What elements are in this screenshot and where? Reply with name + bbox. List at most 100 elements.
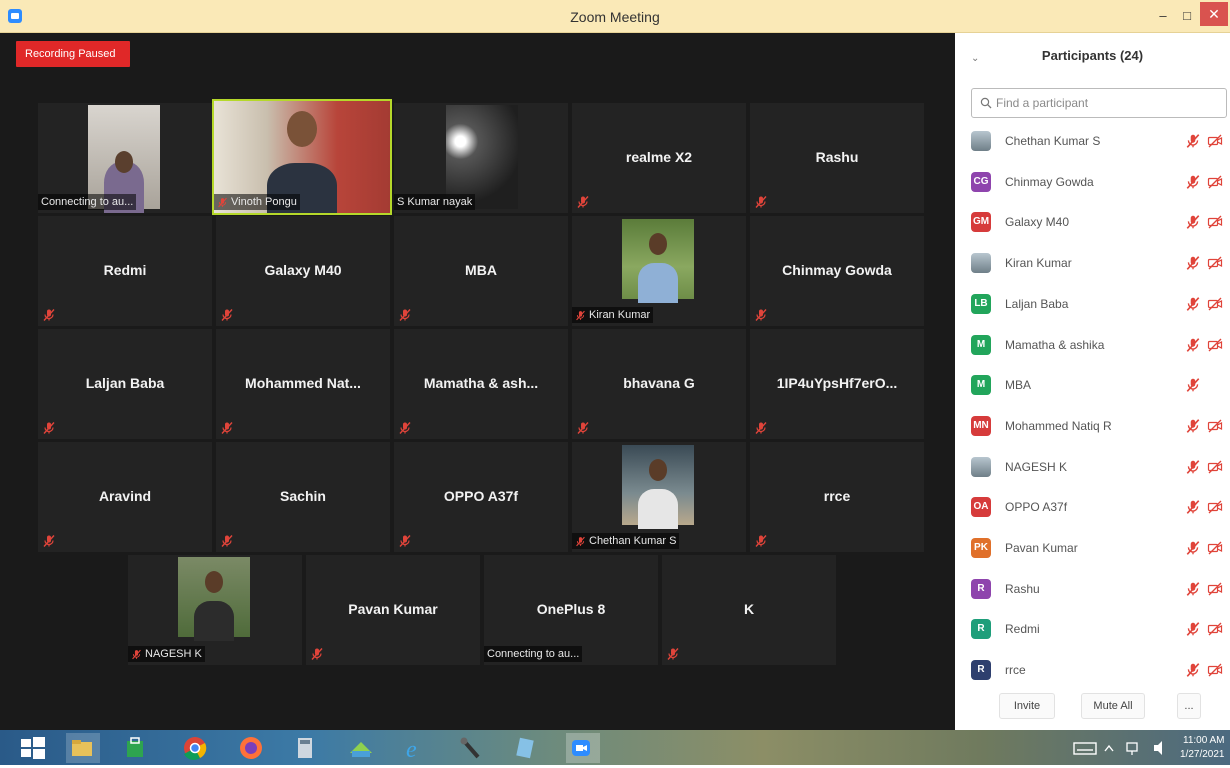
muted-mic-indicator [576,421,590,435]
participant-row[interactable]: CG Chinmay Gowda [971,167,1227,197]
participant-name: Kiran Kumar [1005,256,1072,271]
chrome-icon[interactable] [180,733,214,763]
participant-video-tile[interactable]: OnePlus 8 Connecting to au... [484,555,658,665]
video-off-icon [1207,134,1223,148]
network-icon[interactable] [1124,733,1146,763]
participant-video-tile[interactable]: Aravind [38,442,212,552]
participant-row[interactable]: GM Galaxy M40 [971,207,1227,237]
participant-video-tile[interactable]: bhavana G [572,329,746,439]
store-icon[interactable] [120,733,154,763]
calculator-icon[interactable] [290,733,324,763]
participants-title: Participants (24) [1041,48,1144,63]
muted-mic-icon [221,309,233,321]
participant-row[interactable]: R Rashu [971,574,1227,604]
participant-video-tile[interactable]: Mamatha & ash... [394,329,568,439]
show-hidden-icons-icon[interactable] [1102,733,1116,763]
participant-video-tile[interactable]: Redmi [38,216,212,326]
participant-avatar: M [971,375,991,396]
participant-video-tile[interactable]: Sachin [216,442,390,552]
participant-display-name: 1IP4uYpsHf7erO... [776,375,898,391]
muted-mic-icon [1186,337,1200,352]
windows-taskbar: e 11:00 AM 1/27/2021 [0,730,1230,765]
participant-row[interactable]: Kiran Kumar [971,248,1227,278]
muted-mic-indicator [666,647,680,661]
internet-explorer-icon[interactable]: e [400,733,434,763]
participant-row[interactable]: PK Pavan Kumar [971,533,1227,563]
minimize-button[interactable]: – [1152,6,1174,26]
participant-video-tile[interactable]: MBA [394,216,568,326]
more-options-button[interactable]: ... [1177,693,1201,719]
participant-video-tile[interactable]: 1IP4uYpsHf7erO... [750,329,924,439]
clock-time[interactable]: 11:00 AM [1183,735,1225,746]
participant-video-tile[interactable]: Rashu [750,103,924,213]
participant-video-tile[interactable]: Laljan Baba [38,329,212,439]
participant-avatar: CG [971,171,991,192]
invite-button[interactable]: Invite [999,693,1055,719]
participant-row[interactable]: LB Laljan Baba [971,289,1227,319]
participant-search-input[interactable] [996,96,1216,110]
participant-status-icons [1185,377,1223,393]
participant-label-text: Kiran Kumar [589,309,651,321]
microphone-app-icon[interactable] [456,733,490,763]
maximize-button[interactable]: □ [1176,6,1198,26]
windows-start-icon[interactable] [18,733,52,763]
participant-avatar: M [971,334,991,355]
volume-icon[interactable] [1150,733,1172,763]
participant-row[interactable]: OA OPPO A37f [971,492,1227,522]
muted-mic-icon [221,422,233,434]
photos-icon[interactable] [346,733,380,763]
video-off-icon [1207,663,1223,677]
muted-mic-icon [399,422,411,434]
participant-name: NAGESH K [1005,459,1068,474]
participant-video-tile[interactable]: Vinoth Pongu [212,99,392,215]
participant-video-feed [178,557,250,641]
clock-date[interactable]: 1/27/2021 [1180,749,1225,760]
participant-status-icons [1185,459,1223,475]
participant-row[interactable]: M MBA [971,370,1227,400]
participant-row[interactable]: R Redmi [971,614,1227,644]
participant-video-tile[interactable]: realme X2 [572,103,746,213]
participant-name: Mamatha & ashika [1005,337,1105,352]
video-off-icon [1207,622,1223,636]
zoom-taskbar-icon[interactable] [566,733,600,763]
close-button[interactable]: ✕ [1200,2,1228,26]
muted-mic-indicator [398,421,412,435]
participant-video-tile[interactable]: Chinmay Gowda [750,216,924,326]
participant-row[interactable]: MN Mohammed Natiq R [971,411,1227,441]
participant-video-tile[interactable]: S Kumar nayak [394,103,568,213]
participant-video-tile[interactable]: Galaxy M40 [216,216,390,326]
participant-name: rrce [1005,663,1026,678]
participant-video-tile[interactable]: Connecting to au... [38,103,212,213]
muted-mic-icon [43,535,55,547]
participant-video-tile[interactable]: Kiran Kumar [572,216,746,326]
muted-mic-icon [755,422,767,434]
participant-display-name: Sachin [280,488,326,504]
participant-name: Galaxy M40 [1005,215,1070,230]
participant-status-icons [1185,296,1223,312]
muted-mic-indicator [398,308,412,322]
recording-paused-badge[interactable]: Recording Paused [16,41,130,67]
participant-video-tile[interactable]: rrce [750,442,924,552]
file-explorer-icon[interactable] [66,733,100,763]
participant-row[interactable]: M Mamatha & ashika [971,330,1227,360]
notepad-icon[interactable] [510,733,544,763]
participant-video-tile[interactable]: Chethan Kumar S [572,442,746,552]
muted-mic-indicator [42,421,56,435]
firefox-icon[interactable] [236,733,270,763]
keyboard-icon[interactable] [1072,733,1098,763]
video-off-icon [1207,338,1223,351]
participant-row[interactable]: Chethan Kumar S [971,126,1227,156]
participant-row[interactable]: NAGESH K [971,452,1227,482]
participant-video-tile[interactable]: K [662,555,836,665]
participant-row[interactable]: Rrrce [971,655,1227,685]
mute-all-button[interactable]: Mute All [1081,693,1145,719]
muted-mic-icon [577,196,589,208]
participant-video-tile[interactable]: NAGESH K [128,555,302,665]
participant-video-tile[interactable]: Mohammed Nat... [216,329,390,439]
participant-search[interactable] [971,88,1227,118]
person-body [638,263,678,303]
participant-video-tile[interactable]: Pavan Kumar [306,555,480,665]
participant-video-tile[interactable]: OPPO A37f [394,442,568,552]
window-title: Zoom Meeting [570,9,660,25]
participant-status-icons [1185,255,1223,271]
